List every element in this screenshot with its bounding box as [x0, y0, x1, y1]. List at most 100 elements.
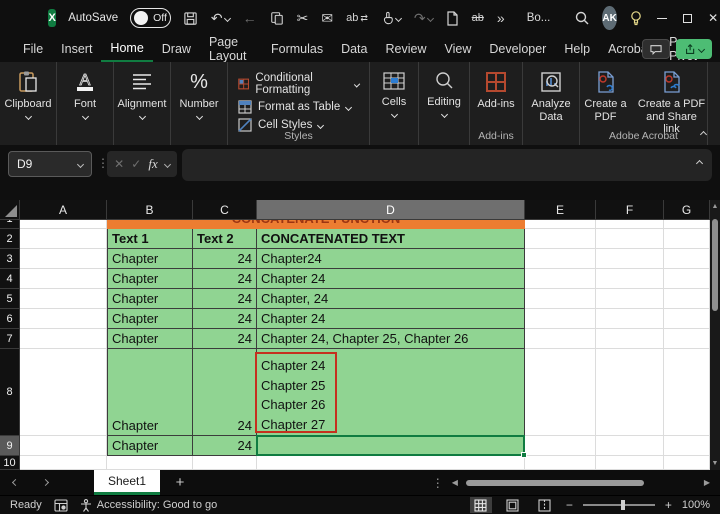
zoom-in-button[interactable]: + — [665, 498, 672, 512]
normal-view-button[interactable] — [470, 497, 492, 513]
sheet-tab-sheet1[interactable]: Sheet1 — [94, 470, 160, 495]
cell-b7[interactable]: Chapter — [107, 329, 193, 349]
cell-c2[interactable]: Text 2 — [193, 229, 257, 249]
cell-c4[interactable]: 24 — [193, 269, 257, 289]
more-commands-icon[interactable]: » — [497, 11, 505, 25]
cell-f10[interactable] — [596, 456, 664, 470]
tab-developer[interactable]: Developer — [480, 36, 555, 62]
cell-e7[interactable] — [525, 329, 596, 349]
cell-g3[interactable] — [664, 249, 710, 269]
font-button[interactable]: A Font — [57, 70, 113, 119]
alignment-button[interactable]: Alignment — [114, 70, 170, 119]
cell-a7[interactable] — [20, 329, 107, 349]
undo-button[interactable]: ↶ — [211, 11, 230, 25]
cell-c3[interactable]: 24 — [193, 249, 257, 269]
tab-file[interactable]: File — [14, 36, 52, 62]
chevron-down-icon[interactable] — [77, 160, 84, 167]
cell-c8[interactable]: 24 — [193, 349, 257, 436]
column-header-g[interactable]: G — [664, 200, 710, 220]
chevron-down-icon[interactable] — [395, 14, 402, 21]
cell-b4[interactable]: Chapter — [107, 269, 193, 289]
cell-a10[interactable] — [20, 456, 107, 470]
cell-c7[interactable]: 24 — [193, 329, 257, 349]
cell-d5[interactable]: Chapter, 24 — [257, 289, 525, 309]
row-header-6[interactable]: 6 — [0, 309, 20, 329]
accessibility-status[interactable]: Accessibility: Good to go — [80, 499, 217, 512]
vertical-scroll-thumb[interactable] — [712, 219, 718, 311]
cell-a2[interactable] — [20, 229, 107, 249]
cell-f5[interactable] — [596, 289, 664, 309]
save-icon[interactable] — [183, 11, 198, 26]
tab-insert[interactable]: Insert — [52, 36, 101, 62]
new-file-icon[interactable] — [446, 11, 459, 26]
zoom-slider[interactable] — [583, 504, 655, 506]
cell-c9[interactable]: 24 — [193, 436, 257, 456]
cell-f6[interactable] — [596, 309, 664, 329]
tab-data[interactable]: Data — [332, 36, 376, 62]
tab-help[interactable]: Help — [555, 36, 599, 62]
email-icon[interactable]: ✉ — [321, 11, 333, 25]
cell-f2[interactable] — [596, 229, 664, 249]
editing-button[interactable]: Editing — [419, 70, 469, 117]
zoom-level[interactable]: 100% — [682, 499, 710, 511]
row-header-3[interactable]: 3 — [0, 249, 20, 269]
cell-e2[interactable] — [525, 229, 596, 249]
cell-e9[interactable] — [525, 436, 596, 456]
hscroll-right-icon[interactable]: ▶ — [704, 478, 710, 487]
cell-d8[interactable]: Chapter 24 Chapter 25 Chapter 26 Chapter… — [257, 349, 525, 436]
select-all-corner[interactable] — [0, 200, 20, 220]
page-break-view-button[interactable] — [534, 497, 556, 513]
cell-b2[interactable]: Text 1 — [107, 229, 193, 249]
clipboard-button[interactable]: Clipboard — [0, 70, 56, 119]
share-button[interactable] — [676, 39, 712, 59]
comments-button[interactable] — [642, 39, 670, 59]
column-header-a[interactable]: A — [20, 200, 107, 220]
tab-review[interactable]: Review — [376, 36, 435, 62]
number-button[interactable]: % Number — [171, 70, 227, 119]
close-button[interactable]: ✕ — [706, 0, 720, 36]
horizontal-scrollbar[interactable] — [466, 478, 696, 488]
cell-g4[interactable] — [664, 269, 710, 289]
replace-icon[interactable]: ab⇄ — [346, 13, 368, 24]
create-pdf-share-button[interactable]: Create a PDF and Share link — [637, 70, 707, 136]
cell-c10[interactable] — [193, 456, 257, 470]
addins-button[interactable]: Add-ins — [470, 70, 522, 110]
cell-c6[interactable]: 24 — [193, 309, 257, 329]
cell-b6[interactable]: Chapter — [107, 309, 193, 329]
cell-e3[interactable] — [525, 249, 596, 269]
cell-b3[interactable]: Chapter — [107, 249, 193, 269]
zoom-slider-thumb[interactable] — [621, 500, 625, 510]
cell-d9-selected[interactable] — [257, 436, 525, 456]
tab-draw[interactable]: Draw — [153, 36, 200, 62]
document-title[interactable]: Bo... — [527, 12, 551, 24]
row-header-9[interactable]: 9 — [0, 436, 20, 456]
row-header-5[interactable]: 5 — [0, 289, 20, 309]
tab-formulas[interactable]: Formulas — [262, 36, 332, 62]
formula-input[interactable] — [182, 149, 712, 181]
cell-g6[interactable] — [664, 309, 710, 329]
zoom-out-button[interactable]: − — [566, 498, 573, 512]
cell-b10[interactable] — [107, 456, 193, 470]
minimize-button[interactable] — [655, 0, 669, 36]
tab-home[interactable]: Home — [101, 36, 152, 62]
cell-g9[interactable] — [664, 436, 710, 456]
cell-d10[interactable] — [257, 456, 525, 470]
fill-handle[interactable] — [521, 452, 527, 458]
vertical-scrollbar[interactable]: ▲ ▼ — [710, 200, 720, 470]
add-sheet-button[interactable]: + — [160, 470, 200, 495]
analyze-data-button[interactable]: Analyze Data — [523, 70, 579, 123]
cell-f1[interactable] — [596, 220, 664, 229]
cell-f4[interactable] — [596, 269, 664, 289]
cell-e4[interactable] — [525, 269, 596, 289]
autosave-toggle[interactable]: Off — [130, 8, 171, 28]
chevron-down-icon[interactable] — [224, 14, 231, 21]
cell-b8[interactable]: Chapter — [107, 349, 193, 436]
cell-g5[interactable] — [664, 289, 710, 309]
cell-g1[interactable] — [664, 220, 710, 229]
scroll-down-icon[interactable]: ▼ — [712, 457, 719, 470]
cell-f8[interactable] — [596, 349, 664, 436]
copy-icon[interactable] — [270, 11, 284, 25]
cell-d3[interactable]: Chapter24 — [257, 249, 525, 269]
tab-page-layout[interactable]: Page Layout — [200, 36, 262, 62]
column-header-b[interactable]: B — [107, 200, 193, 220]
